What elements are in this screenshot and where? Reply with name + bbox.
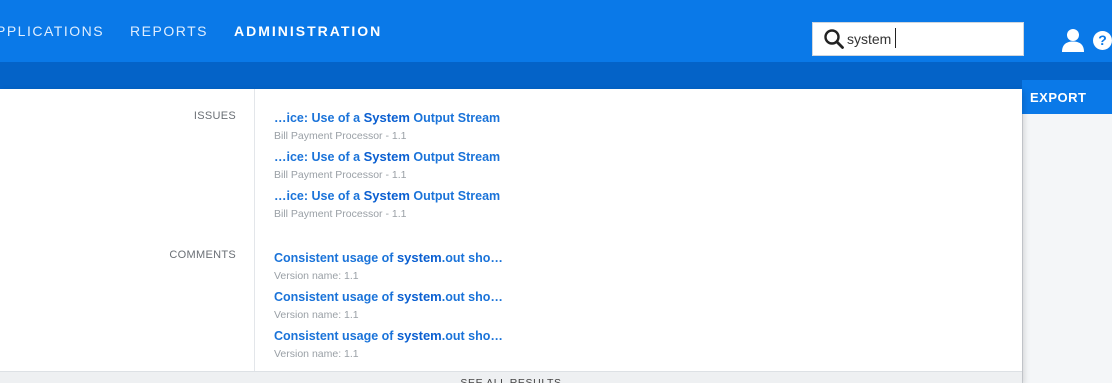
export-button[interactable]: EXPORT: [1022, 80, 1112, 114]
result-item[interactable]: Consistent usage of system.out sho… Vers…: [274, 289, 503, 321]
help-icon[interactable]: ?: [1093, 31, 1112, 50]
result-item[interactable]: …ice: Use of a System Output Stream Bill…: [274, 110, 500, 142]
search-results-dropdown: ISSUES …ice: Use of a System Output Stre…: [0, 89, 1022, 383]
nav-administration[interactable]: ADMINISTRATION: [234, 23, 382, 39]
result-title[interactable]: …ice: Use of a System Output Stream: [274, 188, 500, 203]
result-title[interactable]: …ice: Use of a System Output Stream: [274, 149, 500, 164]
section-label-issues: ISSUES: [193, 110, 236, 122]
result-item[interactable]: …ice: Use of a System Output Stream Bill…: [274, 149, 500, 181]
section-label-comments: COMMENTS: [169, 249, 236, 261]
search-icon[interactable]: [823, 28, 845, 50]
right-panel: [1022, 89, 1112, 383]
result-subtitle: Version name: 1.1: [274, 270, 359, 282]
search-input[interactable]: [847, 31, 1017, 47]
search-box[interactable]: [812, 22, 1024, 56]
nav-applications[interactable]: PPLICATIONS: [0, 23, 104, 39]
result-title[interactable]: Consistent usage of system.out sho…: [274, 250, 503, 265]
result-item[interactable]: Consistent usage of system.out sho… Vers…: [274, 328, 503, 360]
result-item[interactable]: …ice: Use of a System Output Stream Bill…: [274, 188, 500, 220]
result-title[interactable]: Consistent usage of system.out sho…: [274, 328, 503, 343]
result-item[interactable]: Consistent usage of system.out sho… Vers…: [274, 250, 503, 282]
result-subtitle: Bill Payment Processor - 1.1: [274, 130, 407, 142]
user-icon[interactable]: [1060, 27, 1086, 53]
result-subtitle: Bill Payment Processor - 1.1: [274, 169, 407, 181]
result-subtitle: Version name: 1.1: [274, 309, 359, 321]
column-divider: [254, 89, 255, 371]
text-cursor: [895, 28, 896, 48]
main-nav: PPLICATIONS REPORTS ADMINISTRATION: [0, 0, 408, 62]
result-subtitle: Bill Payment Processor - 1.1: [274, 208, 407, 220]
nav-reports[interactable]: REPORTS: [130, 23, 208, 39]
sub-nav-bar: [0, 62, 1112, 89]
result-title[interactable]: Consistent usage of system.out sho…: [274, 289, 503, 304]
result-subtitle: Version name: 1.1: [274, 348, 359, 360]
see-all-results-button[interactable]: SEE ALL RESULTS: [0, 371, 1022, 383]
result-title[interactable]: …ice: Use of a System Output Stream: [274, 110, 500, 125]
